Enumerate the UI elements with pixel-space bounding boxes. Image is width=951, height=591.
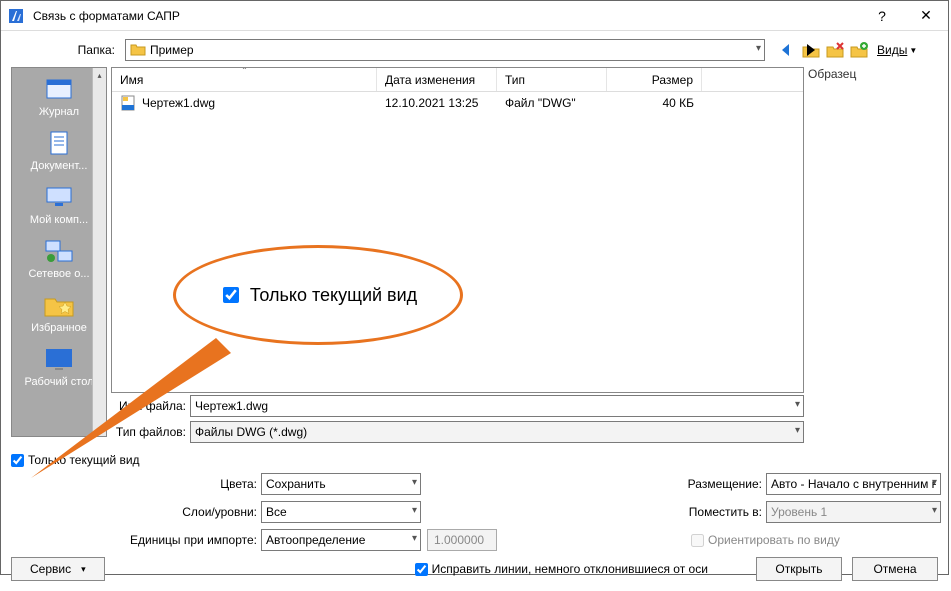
places-item-mycomputer[interactable]: Мой комп... [17,180,101,232]
places-item-network[interactable]: Сетевое о... [17,234,101,286]
filename-label: Имя файла: [111,399,186,413]
layers-select[interactable]: Все▾ [261,501,421,523]
preview-panel: Образец [808,67,938,443]
fixlines-checkbox[interactable]: Исправить линии, немного отклонившиеся о… [415,562,708,576]
app-icon [7,7,25,25]
file-list[interactable]: Имя Дата изменения Тип Размер ⌃ Черте [111,67,804,393]
filename-combo[interactable]: Чертеж1.dwg ▾ [190,395,804,417]
units-select[interactable]: Автоопределение▾ [261,529,421,551]
close-button[interactable]: ✕ [904,1,948,31]
filetype-combo[interactable]: Файлы DWG (*.dwg) ▾ [190,421,804,443]
help-button[interactable]: ? [860,1,904,31]
places-item-history[interactable]: Журнал [17,72,101,124]
folder-select[interactable]: Пример ▾ [125,39,765,61]
units-factor: 1.000000 [427,529,497,551]
preview-label: Образец [808,67,938,81]
placein-label: Поместить в: [689,505,762,519]
open-button[interactable]: Открыть [756,557,842,581]
chevron-down-icon: ▾ [795,399,800,410]
new-folder-icon[interactable] [849,40,869,60]
chevron-down-icon: ▾ [795,425,800,436]
layers-label: Слои/уровни: [182,505,257,519]
placein-select: Уровень 1▾ [766,501,941,523]
places-item-desktop[interactable]: Рабочий стол [17,342,101,394]
folder-icon [130,42,146,58]
chevron-down-icon: ▼ [909,46,917,55]
column-type[interactable]: Тип [497,68,607,91]
cancel-button[interactable]: Отмена [852,557,938,581]
folder-label: Папка: [11,43,119,57]
places-item-documents[interactable]: Документ... [17,126,101,178]
places-item-favorites[interactable]: Избранное [17,288,101,340]
units-label: Единицы при импорте: [130,533,257,547]
folder-name: Пример [150,43,194,57]
orient-checkbox: Ориентировать по виду [691,533,840,547]
up-folder-icon[interactable] [801,40,821,60]
places-scrollbar[interactable]: ▴▾ [92,68,106,436]
views-label: Виды [877,43,907,57]
colors-select[interactable]: Сохранить▾ [261,473,421,495]
service-button[interactable]: Сервис [11,557,105,581]
filetype-label: Тип файлов: [111,425,186,439]
column-date[interactable]: Дата изменения [377,68,497,91]
delete-folder-icon[interactable] [825,40,845,60]
dwg-file-icon [120,95,136,111]
callout-bubble: Только текущий вид [173,245,463,345]
callout-checkbox-icon [223,287,239,303]
views-menu[interactable]: Виды ▼ [877,43,917,57]
placement-label: Размещение: [688,477,762,491]
file-row[interactable]: Чертеж1.dwg 12.10.2021 13:25 Файл "DWG" … [112,92,803,114]
window-title: Связь с форматами САПР [33,9,860,23]
placement-select[interactable]: Авто - Начало с внутренним началом▾ [766,473,941,495]
chevron-down-icon: ▾ [756,43,761,54]
places-bar: Журнал Документ... Мой комп... Сетевое о… [11,67,107,437]
sort-indicator-icon: ⌃ [112,67,377,75]
back-icon[interactable] [777,40,797,60]
column-size[interactable]: Размер [607,68,702,91]
colors-label: Цвета: [220,477,257,491]
only-current-view-checkbox[interactable]: Только текущий вид [11,453,938,467]
